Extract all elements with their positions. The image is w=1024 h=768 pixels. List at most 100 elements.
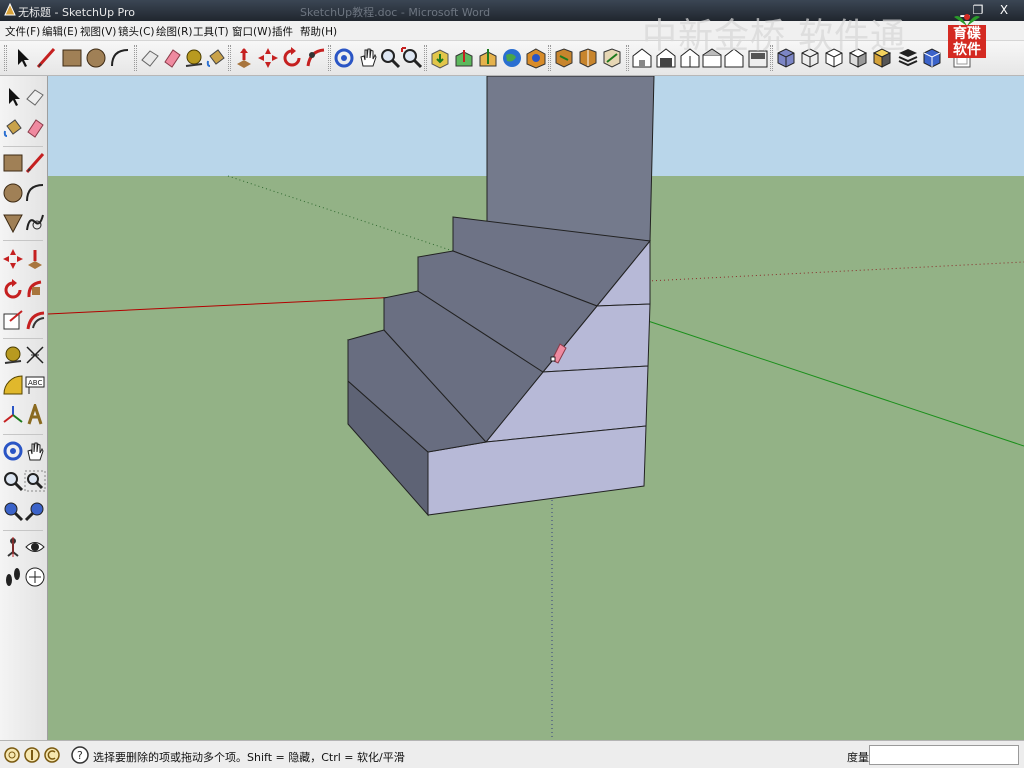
rectangle-icon[interactable] (2, 152, 24, 174)
push-pull-icon[interactable] (24, 248, 46, 270)
background-window-title: SketchUp教程.doc - Microsoft Word (300, 6, 491, 19)
pan-icon[interactable] (356, 46, 380, 70)
move-icon[interactable] (256, 46, 280, 70)
measurements-label: 度量 (847, 751, 869, 764)
zoom-icon[interactable] (378, 46, 402, 70)
text-icon[interactable]: ABC (24, 374, 46, 396)
arc-icon[interactable] (108, 46, 132, 70)
zoom-window-icon[interactable] (24, 470, 46, 492)
sketchup-app-icon (4, 3, 16, 16)
menu-file[interactable]: 文件(F) (5, 24, 40, 39)
rotate-icon[interactable] (280, 46, 304, 70)
get-models-icon[interactable] (428, 46, 452, 70)
paint-bucket-icon[interactable] (204, 46, 228, 70)
menu-tools[interactable]: 工具(T) (193, 24, 229, 39)
menu-help[interactable]: 帮助(H) (300, 24, 337, 39)
protractor-icon[interactable] (2, 374, 24, 396)
arc-icon[interactable] (24, 182, 46, 204)
zoom-extents-icon[interactable] (400, 46, 424, 70)
component-box-icon[interactable] (920, 46, 944, 70)
toolbar-grip[interactable] (626, 45, 629, 71)
modeling-viewport[interactable] (48, 76, 1024, 740)
copyright-icon[interactable] (43, 746, 61, 764)
measurements-input[interactable] (869, 745, 1019, 765)
standard-views-icon[interactable] (576, 46, 600, 70)
status-bar: ? 选择要删除的项或拖动多个项。Shift = 隐藏，Ctrl = 软化/平滑 … (0, 740, 1024, 768)
rectangle-icon[interactable] (60, 46, 84, 70)
window-title: 无标题 - SketchUp Pro (18, 6, 136, 19)
share-model-icon[interactable] (452, 46, 476, 70)
follow-me-icon[interactable] (24, 279, 46, 301)
eraser-icon[interactable] (24, 117, 46, 139)
zoom-extents-icon[interactable] (2, 500, 24, 522)
axes-icon[interactable] (2, 404, 24, 426)
left-toolbar-separator (3, 240, 43, 241)
orbit-icon[interactable] (332, 46, 356, 70)
menu-window[interactable]: 窗口(W) (232, 24, 272, 39)
menu-draw[interactable]: 绘图(R) (156, 24, 193, 39)
credits-icon[interactable] (23, 746, 41, 764)
scene-canvas[interactable] (48, 76, 1024, 740)
offset-icon[interactable] (24, 309, 46, 331)
select-icon[interactable] (10, 46, 34, 70)
menu-camera[interactable]: 镜头(C) (118, 24, 155, 39)
upload-component-icon[interactable] (476, 46, 500, 70)
svg-text:?: ? (77, 749, 83, 762)
make-component-icon[interactable] (24, 86, 46, 108)
left-toolbar: ABC (0, 76, 48, 740)
toolbar-grip[interactable] (4, 45, 7, 71)
look-around-icon[interactable] (24, 536, 46, 558)
left-toolbar-separator (3, 146, 43, 147)
next-view-icon[interactable] (552, 46, 576, 70)
rotate-icon[interactable] (2, 279, 24, 301)
help-icon[interactable]: ? (71, 746, 89, 764)
left-toolbar-separator (3, 338, 43, 339)
left-toolbar-separator (3, 530, 43, 531)
follow-me-icon[interactable] (304, 46, 328, 70)
circle-icon[interactable] (84, 46, 108, 70)
previous-view-icon[interactable] (524, 46, 548, 70)
watermark-text: 中新金桥 软件通 (642, 17, 907, 57)
position-camera-icon[interactable] (2, 536, 24, 558)
toolbar-grip[interactable] (424, 45, 427, 71)
back-wall-face[interactable] (486, 76, 655, 242)
freehand-icon[interactable] (24, 212, 46, 234)
close-button[interactable]: X (994, 2, 1014, 18)
line-icon[interactable] (24, 152, 46, 174)
circle-icon[interactable] (2, 182, 24, 204)
zoom-icon[interactable] (2, 470, 24, 492)
paint-bucket-icon[interactable] (2, 117, 24, 139)
toolbar-grip[interactable] (228, 45, 231, 71)
dimension-icon[interactable] (24, 344, 46, 366)
section-plane-icon[interactable] (24, 566, 46, 588)
toolbar-grip[interactable] (548, 45, 551, 71)
left-toolbar-separator (3, 434, 43, 435)
logo-badge-text: 育碟软件 (948, 25, 986, 58)
pencil-line-icon[interactable] (34, 46, 58, 70)
svg-text:ABC: ABC (28, 379, 42, 387)
pan-icon[interactable] (24, 440, 46, 462)
walk-icon[interactable] (2, 566, 24, 588)
make-component-icon[interactable] (138, 46, 162, 70)
menu-plugins[interactable]: 插件 (272, 24, 293, 39)
push-pull-icon[interactable] (232, 46, 256, 70)
status-message: 选择要删除的项或拖动多个项。Shift = 隐藏，Ctrl = 软化/平滑 (93, 751, 405, 764)
select-icon[interactable] (2, 86, 24, 108)
toolbar-grip[interactable] (134, 45, 137, 71)
previous-icon[interactable] (24, 500, 46, 522)
google-earth-icon[interactable] (500, 46, 524, 70)
iso-view-icon[interactable] (600, 46, 624, 70)
tape-measure-icon[interactable] (2, 344, 24, 366)
logo-badge: 育碟软件 (948, 11, 986, 58)
tape-measure-icon[interactable] (182, 46, 206, 70)
orbit-icon[interactable] (2, 440, 24, 462)
scale-icon[interactable] (2, 309, 24, 331)
move-icon[interactable] (2, 248, 24, 270)
polygon-icon[interactable] (2, 212, 24, 234)
geo-location-icon[interactable] (3, 746, 21, 764)
menu-view[interactable]: 视图(V) (80, 24, 116, 39)
menu-edit[interactable]: 编辑(E) (42, 24, 78, 39)
eraser-icon[interactable] (160, 46, 184, 70)
3d-text-icon[interactable] (24, 401, 46, 426)
toolbar-grip[interactable] (328, 45, 331, 71)
